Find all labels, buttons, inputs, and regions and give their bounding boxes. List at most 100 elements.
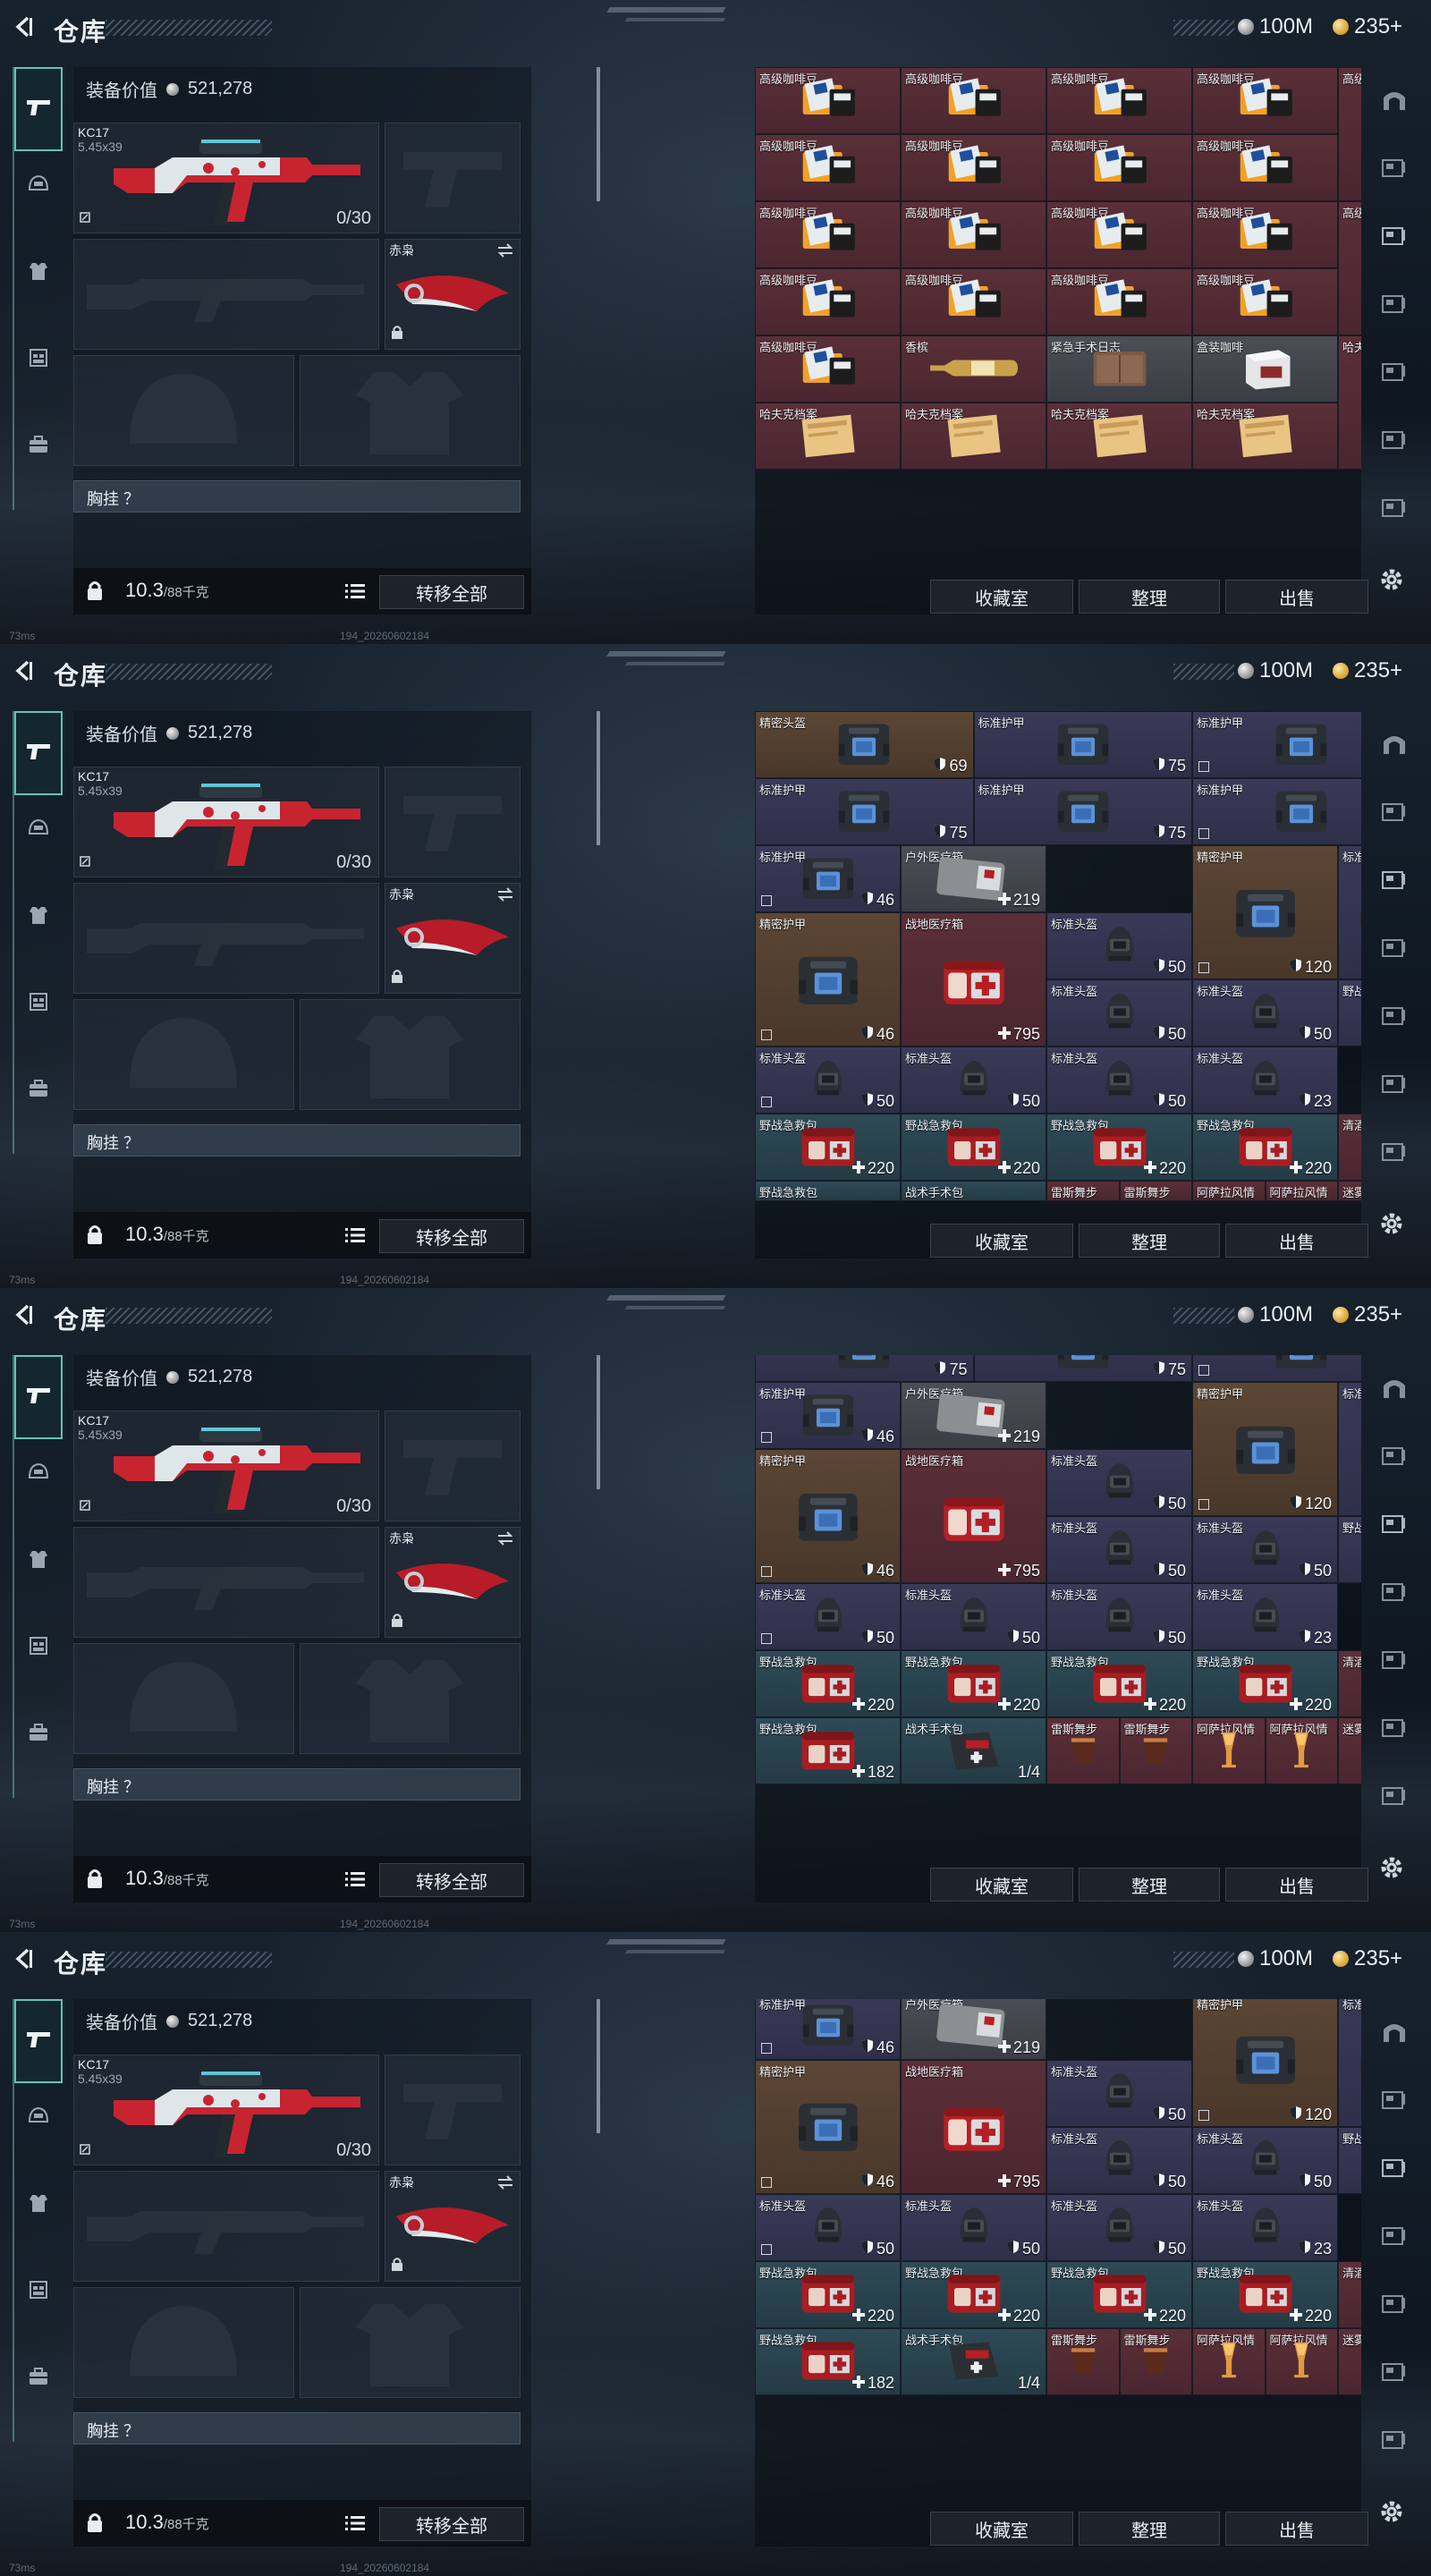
primary-weapon-slot[interactable]: KC17 5.45x39 0/30 bbox=[73, 1411, 379, 1521]
storage-item[interactable]: 高级咖啡豆 bbox=[755, 268, 901, 335]
back-icon[interactable] bbox=[13, 1303, 36, 1326]
storage-item[interactable]: 雷斯舞步 bbox=[1046, 2327, 1120, 2395]
chest-rig-slot[interactable]: 胸挂 ？ bbox=[73, 1124, 521, 1157]
secondary-rifle-slot[interactable] bbox=[73, 2171, 379, 2282]
storage-item[interactable]: 哈夫克档案 bbox=[901, 402, 1046, 470]
gold-currency[interactable]: 235+ bbox=[1333, 658, 1402, 683]
sell-button[interactable]: 出售 bbox=[1225, 580, 1368, 614]
storage-item[interactable]: 标准护甲75 bbox=[973, 778, 1192, 845]
transfer-all-button[interactable]: 转移全部 bbox=[379, 2507, 524, 2541]
storage-tab-2-icon[interactable] bbox=[1379, 2153, 1410, 2183]
tab-armor[interactable] bbox=[14, 893, 63, 941]
tab-case[interactable] bbox=[14, 2354, 63, 2402]
silver-currency[interactable]: 100M bbox=[1238, 658, 1313, 683]
settings-gear-icon[interactable] bbox=[1379, 1211, 1404, 1241]
melee-slot[interactable]: 赤枭 bbox=[385, 239, 521, 350]
back-icon[interactable] bbox=[13, 659, 36, 682]
storage-tab-6-icon[interactable] bbox=[1379, 2425, 1410, 2455]
storage-item[interactable]: 标准头盔 50 bbox=[755, 1046, 901, 1114]
storage-item[interactable]: 标准护甲75 bbox=[973, 1355, 1192, 1382]
silver-currency[interactable]: 100M bbox=[1238, 14, 1313, 39]
storage-item[interactable]: 标准头盔 50 bbox=[1046, 912, 1192, 979]
swap-icon[interactable] bbox=[496, 887, 514, 906]
organize-button[interactable]: 整理 bbox=[1079, 1868, 1220, 1902]
storage-item[interactable]: 阿萨拉风情 bbox=[1265, 1717, 1338, 1784]
storage-item[interactable]: 野战急救包220 bbox=[1338, 2126, 1361, 2194]
storage-item[interactable]: 野战急救包 bbox=[755, 1181, 901, 1201]
organize-button[interactable]: 整理 bbox=[1079, 580, 1220, 614]
tab-all-icon[interactable] bbox=[1379, 2017, 1410, 2047]
storage-item[interactable]: 盒装咖啡 bbox=[1192, 335, 1338, 402]
storage-item[interactable]: 战术手术包 bbox=[901, 1181, 1046, 1201]
storage-item[interactable]: 标准头盔 50 bbox=[1046, 1516, 1192, 1583]
storage-item[interactable]: 高级咖啡豆 bbox=[901, 134, 1046, 201]
storage-item[interactable]: 标准头盔 50 bbox=[1192, 1516, 1338, 1583]
tab-all-icon[interactable] bbox=[1379, 85, 1410, 115]
loadout-scrollbar[interactable] bbox=[597, 1999, 600, 2133]
storage-item[interactable]: 标准护甲75 bbox=[755, 1355, 974, 1382]
melee-slot[interactable]: 赤枭 bbox=[385, 2171, 521, 2282]
gold-currency[interactable]: 235+ bbox=[1333, 1302, 1402, 1327]
tab-armor[interactable] bbox=[14, 249, 63, 297]
primary-weapon-slot[interactable]: KC17 5.45x39 0/30 bbox=[73, 2055, 379, 2165]
storage-tab-4-icon[interactable] bbox=[1379, 1001, 1410, 1031]
storage-item[interactable]: 标准护甲 46 bbox=[755, 845, 901, 912]
storage-item[interactable]: 精密护甲 120 bbox=[1192, 1999, 1338, 2127]
secondary-weapon-slot[interactable] bbox=[385, 1411, 521, 1521]
storage-tab-2-icon[interactable] bbox=[1379, 1509, 1410, 1539]
storage-item[interactable]: 标准护甲 46 bbox=[755, 1382, 901, 1449]
tab-rig[interactable] bbox=[14, 1623, 63, 1672]
tab-all-icon[interactable] bbox=[1379, 729, 1410, 759]
collection-button[interactable]: 收藏室 bbox=[930, 1868, 1073, 1902]
storage-item[interactable]: 野战急救包220 bbox=[1046, 1114, 1192, 1181]
storage-item[interactable]: 战术手术包 1/4 bbox=[901, 2327, 1046, 2395]
tab-case[interactable] bbox=[14, 1066, 63, 1114]
collection-button[interactable]: 收藏室 bbox=[930, 2512, 1073, 2546]
tab-helmet[interactable] bbox=[14, 162, 63, 210]
storage-item[interactable]: 香槟 bbox=[901, 335, 1046, 402]
storage-tab-6-icon[interactable] bbox=[1379, 493, 1410, 523]
storage-item[interactable]: 野战急救包220 bbox=[1192, 1114, 1338, 1181]
organize-button[interactable]: 整理 bbox=[1079, 1224, 1220, 1258]
storage-item[interactable]: 精密头盔 69 bbox=[755, 711, 974, 778]
settings-gear-icon[interactable] bbox=[1379, 1855, 1404, 1885]
storage-item[interactable]: 精密护甲 120 bbox=[1192, 1382, 1338, 1516]
list-icon[interactable] bbox=[345, 2515, 365, 2536]
storage-item[interactable]: 阿萨拉风情 bbox=[1265, 1181, 1338, 1201]
storage-item[interactable]: 野战急救包220 bbox=[755, 2260, 901, 2328]
storage-item[interactable]: 野战急救包 182 bbox=[755, 2327, 901, 2395]
list-icon[interactable] bbox=[345, 583, 365, 604]
storage-item[interactable]: 高级咖啡豆 bbox=[1338, 67, 1361, 201]
settings-gear-icon[interactable] bbox=[1379, 2499, 1404, 2529]
storage-tab-5-icon[interactable] bbox=[1379, 1713, 1410, 1743]
chest-rig-slot[interactable]: 胸挂 ？ bbox=[73, 1768, 521, 1801]
transfer-all-button[interactable]: 转移全部 bbox=[379, 575, 524, 609]
storage-tab-3-icon[interactable] bbox=[1379, 1577, 1410, 1607]
storage-tab-1-icon[interactable] bbox=[1379, 1441, 1410, 1471]
storage-item[interactable]: 野战急救包220 bbox=[901, 1114, 1046, 1181]
storage-item[interactable]: 战地医疗箱 795 bbox=[901, 912, 1046, 1046]
storage-item[interactable]: 高级咖啡豆 bbox=[1046, 67, 1192, 134]
storage-item[interactable]: 高级咖啡豆 bbox=[1192, 268, 1338, 335]
sell-button[interactable]: 出售 bbox=[1225, 1224, 1368, 1258]
helmet-slot[interactable] bbox=[73, 2287, 294, 2398]
secondary-weapon-slot[interactable] bbox=[385, 767, 521, 877]
storage-item[interactable]: 清酒特调 bbox=[1338, 2260, 1361, 2328]
storage-item[interactable]: 野战急救包220 bbox=[1192, 2260, 1338, 2328]
storage-item[interactable]: 标准头盔 50 bbox=[755, 2193, 901, 2261]
storage-item[interactable]: 标准头盔 50 bbox=[1192, 979, 1338, 1046]
storage-item[interactable]: 标准头盔 50 bbox=[1046, 1046, 1192, 1114]
silver-currency[interactable]: 100M bbox=[1238, 1946, 1313, 1971]
storage-tab-2-icon[interactable] bbox=[1379, 221, 1410, 251]
storage-item[interactable]: 精密护甲 120 bbox=[1192, 845, 1338, 979]
sell-button[interactable]: 出售 bbox=[1225, 1868, 1368, 1902]
storage-item[interactable]: 野战急救包220 bbox=[901, 1650, 1046, 1717]
storage-item[interactable]: 高级咖啡豆 bbox=[1192, 67, 1338, 134]
storage-item[interactable]: 标准头盔 50 bbox=[1046, 2126, 1192, 2194]
storage-item[interactable]: 标准护甲53 bbox=[1192, 1355, 1361, 1382]
storage-item[interactable]: 标准护甲75 bbox=[755, 778, 974, 845]
storage-item[interactable]: 标准头盔 23 bbox=[1192, 1583, 1338, 1650]
storage-item[interactable]: 标准护甲75 bbox=[1192, 711, 1361, 778]
primary-weapon-slot[interactable]: KC17 5.45x39 0/30 bbox=[73, 767, 379, 877]
tab-case[interactable] bbox=[14, 1710, 63, 1758]
